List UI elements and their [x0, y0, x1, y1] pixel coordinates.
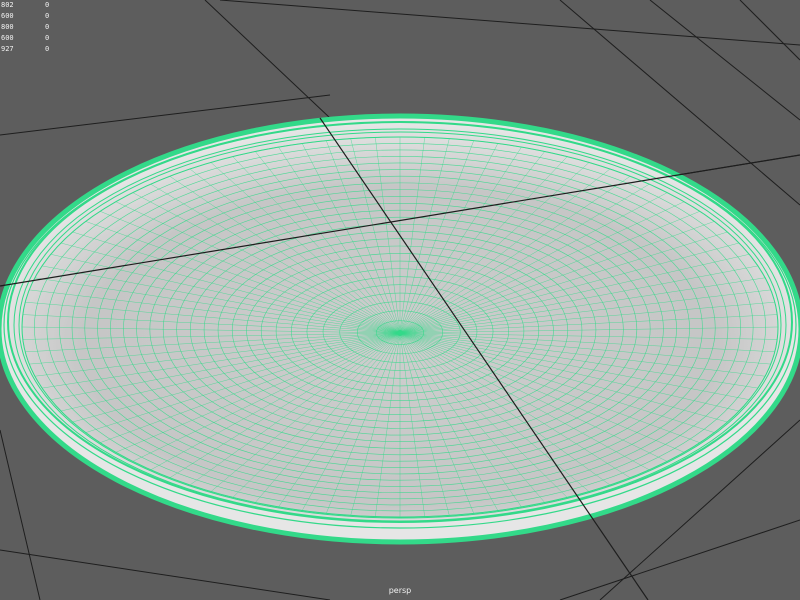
hud-row: 600 0 — [0, 11, 60, 22]
hud-stats: 802 0 600 0 800 0 600 0 927 0 — [0, 0, 60, 55]
grid-line — [0, 429, 41, 600]
grid-line — [219, 0, 800, 46]
grid-line — [649, 0, 800, 121]
hud-zero: 0 — [45, 45, 50, 53]
hud-row: 600 0 — [0, 33, 60, 44]
hud-value: 800 — [1, 23, 14, 31]
hud-row: 802 0 — [0, 0, 60, 11]
grid-line — [739, 0, 800, 61]
hud-value: 600 — [1, 34, 14, 42]
hud-value: 927 — [1, 45, 14, 53]
camera-name-label: persp — [388, 586, 412, 595]
grid-line — [204, 0, 331, 119]
hud-value: 802 — [1, 1, 14, 9]
viewport-scene[interactable] — [0, 0, 800, 600]
perspective-viewport[interactable]: 802 0 600 0 800 0 600 0 927 0 persp — [0, 0, 800, 600]
hud-zero: 0 — [45, 23, 50, 31]
hud-value: 600 — [1, 12, 14, 20]
plate-mesh[interactable] — [0, 113, 800, 545]
hud-zero: 0 — [45, 12, 50, 20]
plate-center-pole — [397, 330, 403, 336]
hud-row: 927 0 — [0, 44, 60, 55]
hud-row: 800 0 — [0, 22, 60, 33]
hud-zero: 0 — [45, 1, 50, 9]
hud-zero: 0 — [45, 34, 50, 42]
